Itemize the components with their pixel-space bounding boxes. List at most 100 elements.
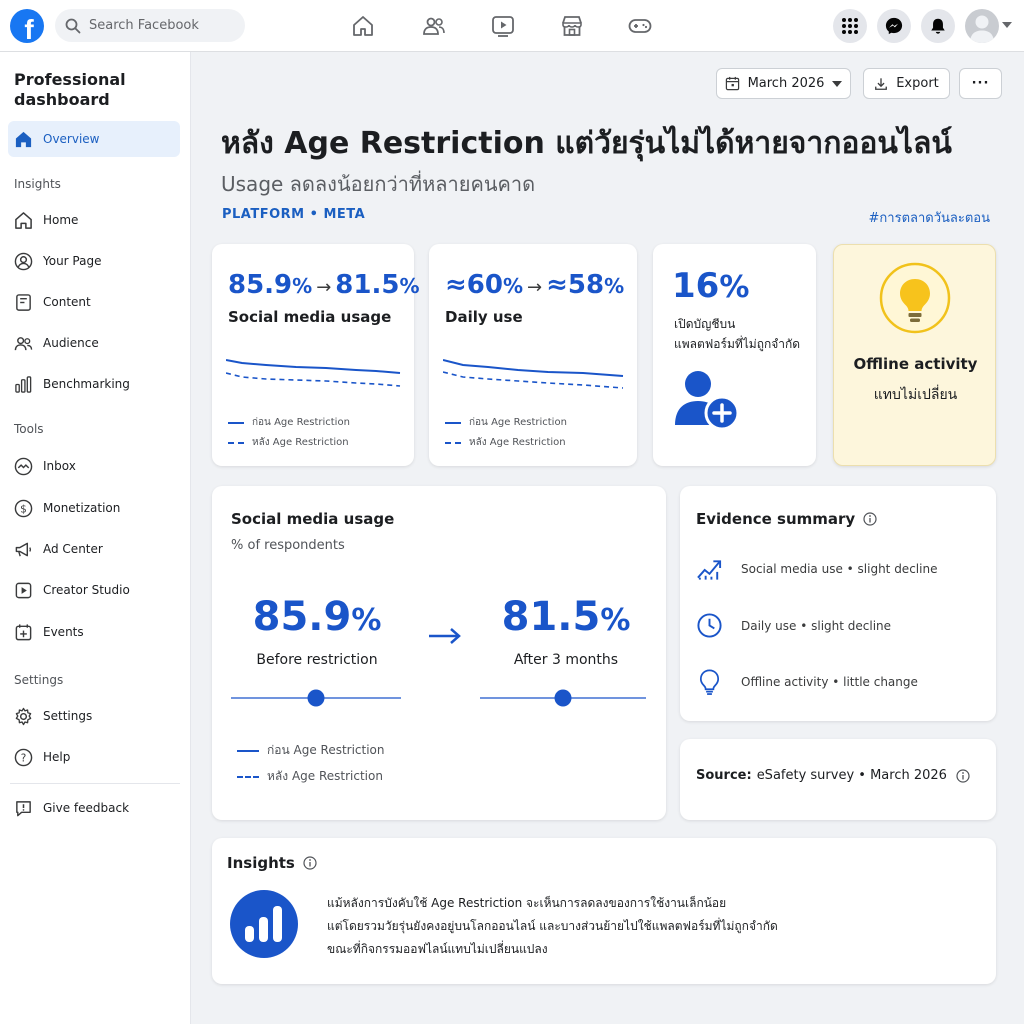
date-picker-button[interactable]: March 2026	[716, 68, 851, 99]
page-headline: หลัง Age Restriction แต่วัยรุ่นไม่ได้หาย…	[221, 126, 952, 161]
sidebar-item-monetization[interactable]: $ Monetization	[8, 490, 180, 526]
sidebar-item-label: Monetization	[43, 501, 121, 515]
sidebar-item-label: Events	[43, 625, 84, 639]
menu-grid-button[interactable]	[833, 9, 867, 43]
export-button[interactable]: Export	[863, 68, 950, 99]
social-sparkline	[226, 359, 401, 387]
social-usage-card[interactable]: 85.9% → 81.5% Social media usage ก่อน Age …	[212, 244, 420, 466]
arrow-right-icon	[429, 628, 461, 644]
daily-use-change: ≈60% → ≈58%	[445, 270, 624, 300]
sidebar-item-overview[interactable]: Overview	[8, 121, 180, 157]
feedback-icon	[16, 800, 31, 816]
before-value: 85.9%	[252, 594, 382, 640]
clock-icon	[697, 613, 722, 638]
panel-title: Social media usage	[231, 510, 395, 528]
add-user-icon	[675, 371, 740, 431]
sidebar-item-your-page[interactable]: Your Page	[8, 243, 180, 279]
trend-down-icon	[697, 560, 722, 580]
offline-title: Offline activity	[853, 355, 978, 373]
megaphone-icon	[15, 542, 32, 556]
home-filled-icon	[15, 131, 32, 147]
unit: %	[399, 274, 420, 298]
sidebar-item-ad-center[interactable]: Ad Center	[8, 531, 180, 567]
more-icon: ···	[971, 76, 990, 91]
sidebar-item-label: Content	[43, 295, 91, 309]
svg-text:?: ?	[21, 752, 27, 764]
evidence-text: Offline activity • little change	[741, 675, 918, 689]
home-icon[interactable]	[351, 14, 375, 38]
audience-icon	[14, 336, 33, 350]
info-icon[interactable]	[956, 768, 970, 783]
gaming-icon[interactable]	[628, 14, 652, 38]
sidebar-item-label: Inbox	[43, 459, 76, 473]
search-box[interactable]	[55, 9, 245, 42]
messenger-icon	[885, 17, 903, 35]
marketplace-icon[interactable]	[560, 14, 584, 38]
sidebar-item-label: Overview	[43, 132, 100, 146]
offline-activity-card[interactable]: Offline activity แทบไม่เปลี่ยน	[833, 244, 996, 466]
social-usage-change: 85.9% → 81.5%	[228, 270, 420, 300]
info-icon[interactable]	[303, 856, 317, 870]
sidebar-item-audience[interactable]: Audience	[8, 325, 180, 361]
bar-chart-icon	[15, 375, 32, 393]
account-chevron-down-icon[interactable]	[1002, 22, 1012, 29]
export-label: Export	[896, 76, 939, 91]
sidebar-item-label: Your Page	[43, 254, 102, 268]
sidebar-item-home[interactable]: Home	[8, 202, 180, 238]
more-options-button[interactable]: ···	[959, 68, 1002, 99]
evidence-text: Daily use • slight decline	[741, 618, 892, 633]
insights-card[interactable]: Insights แม้หลังการบังคับใช้ Age Restric…	[212, 838, 996, 984]
inbox-icon	[14, 457, 33, 475]
sidebar-item-events[interactable]: Events	[8, 614, 180, 650]
legend-after: หลัง Age Restriction	[228, 435, 349, 450]
evidence-text: Social media use • slight decline	[741, 562, 938, 576]
legend-dashed-swatch	[445, 441, 461, 444]
insights-chart-icon	[230, 890, 298, 958]
hashtag-label: #การตลาดวันละตอน	[868, 211, 990, 226]
evidence-item: Daily use • slight decline	[696, 612, 891, 639]
video-icon[interactable]	[491, 14, 515, 38]
sidebar-divider	[10, 783, 180, 784]
sidebar-item-label: Creator Studio	[43, 583, 130, 597]
sidebar-item-label: Audience	[43, 336, 99, 350]
notifications-button[interactable]	[921, 9, 955, 43]
sidebar-item-content[interactable]: Content	[8, 284, 180, 320]
arrow-right-icon: →	[316, 277, 332, 298]
calendar-plus-icon	[15, 623, 32, 640]
sidebar-item-give-feedback[interactable]: Give feedback	[8, 790, 180, 826]
evidence-summary-card[interactable]: Evidence summary Social media use • slig…	[680, 486, 996, 721]
unit: %	[502, 274, 524, 298]
daily-use-card[interactable]: ≈60% → ≈58% Daily use ก่อน Age Restriction…	[429, 244, 637, 466]
sidebar-item-inbox[interactable]: Inbox	[8, 448, 180, 484]
gear-icon	[15, 707, 32, 725]
bell-icon	[931, 18, 945, 34]
insights-title: Insights	[227, 854, 317, 872]
legend-after: หลัง Age Restriction	[237, 767, 383, 786]
legend-after: หลัง Age Restriction	[445, 435, 566, 450]
lightbulb-icon	[699, 669, 720, 695]
facebook-logo[interactable]: f	[10, 9, 44, 43]
legend-dashed-swatch	[228, 441, 244, 444]
messenger-button[interactable]	[877, 9, 911, 43]
menu-grid-icon	[842, 18, 858, 34]
search-input[interactable]	[89, 18, 229, 33]
daily-before-value: ≈60	[445, 270, 503, 300]
home-icon	[15, 211, 32, 229]
source-label: Source:	[696, 768, 752, 783]
social-before-value: 85.9	[228, 270, 293, 300]
dollar-icon: $	[14, 499, 33, 517]
avatar[interactable]	[965, 9, 999, 43]
help-icon: ?	[14, 748, 33, 766]
sidebar-item-benchmarking[interactable]: Benchmarking	[8, 366, 180, 402]
sidebar-item-settings[interactable]: Settings	[8, 698, 180, 734]
sidebar-item-creator-studio[interactable]: Creator Studio	[8, 572, 180, 608]
info-icon[interactable]	[863, 512, 877, 526]
calendar-icon	[725, 76, 739, 91]
social-usage-panel[interactable]: Social media usage % of respondents 85.9…	[212, 486, 666, 820]
social-usage-label: Social media usage	[228, 308, 392, 326]
sidebar-item-help[interactable]: ? Help	[8, 739, 180, 775]
friends-icon[interactable]	[422, 14, 446, 38]
unit: %	[292, 274, 313, 298]
unrestricted-platform-card[interactable]: 16% เปิดบัญชีบน แพลตฟอร์มที่ไม่ถูกจำกัด	[653, 244, 816, 466]
lightbulb-icon	[879, 262, 951, 334]
